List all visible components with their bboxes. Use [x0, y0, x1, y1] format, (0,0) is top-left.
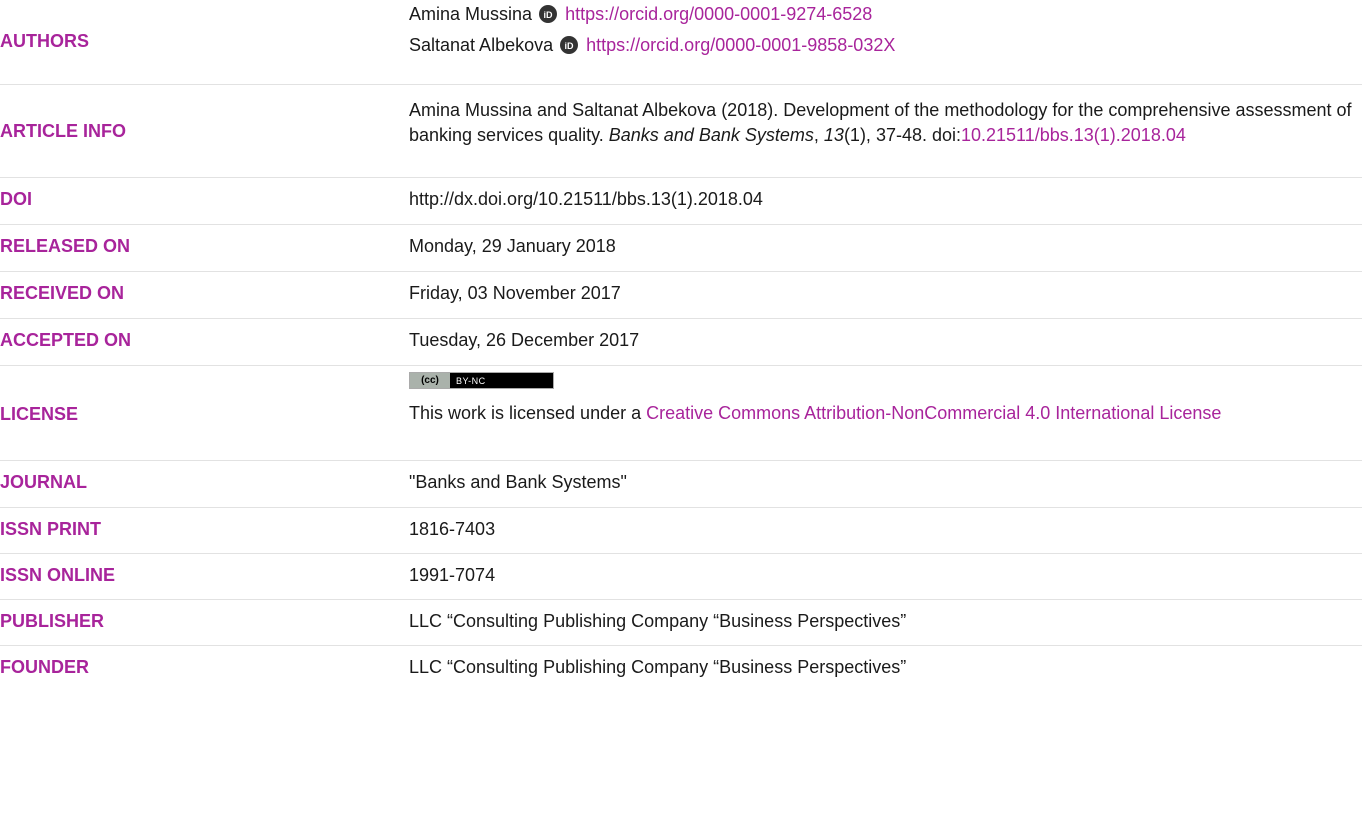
license-prefix: This work is licensed under a: [409, 403, 647, 423]
released-value: Monday, 29 January 2018: [409, 236, 616, 256]
issn-print-label: ISSN PRINT: [0, 519, 102, 539]
article-info-citation: Amina Mussina and Saltanat Albekova (201…: [409, 98, 1359, 148]
orcid-link[interactable]: https://orcid.org/0000-0001-9858-032X: [586, 35, 895, 55]
journal-value: "Banks and Bank Systems": [409, 472, 627, 492]
issn-online-label: ISSN ONLINE: [0, 565, 116, 585]
authors-row: AUTHORS Amina Mussina iD https://orcid.o…: [0, 0, 1362, 85]
cc-badge-text: BY-NC: [456, 375, 486, 386]
accepted-label: ACCEPTED ON: [0, 330, 132, 350]
author-entry: Amina Mussina iD https://orcid.org/0000-…: [409, 2, 1359, 33]
founder-label: FOUNDER: [0, 657, 89, 677]
cc-logo-icon: (cc): [410, 373, 450, 388]
received-label: RECEIVED ON: [0, 283, 125, 303]
svg-text:iD: iD: [565, 41, 575, 51]
founder-row: FOUNDER LLC “Consulting Publishing Compa…: [0, 645, 1362, 691]
publisher-value: LLC “Consulting Publishing Company “Busi…: [409, 611, 907, 631]
publisher-row: PUBLISHER LLC “Consulting Publishing Com…: [0, 599, 1362, 646]
issn-print-row: ISSN PRINT 1816-7403: [0, 507, 1362, 554]
citation-issue-pages: (1), 37-48. doi:: [843, 125, 961, 145]
founder-value: LLC “Consulting Publishing Company “Busi…: [409, 657, 907, 677]
author-name: Amina Mussina: [409, 4, 533, 24]
received-row: RECEIVED ON Friday, 03 November 2017: [0, 271, 1362, 319]
doi-row: DOI http://dx.doi.org/10.21511/bbs.13(1)…: [0, 177, 1362, 225]
citation-journal: Banks and Bank Systems: [608, 125, 814, 145]
authors-label: AUTHORS: [0, 31, 89, 51]
license-text: This work is licensed under a Creative C…: [409, 401, 1359, 426]
released-label: RELEASED ON: [0, 236, 131, 256]
publisher-label: PUBLISHER: [0, 611, 105, 631]
author-entry: Saltanat Albekova iD https://orcid.org/0…: [409, 33, 1359, 64]
doi-value: http://dx.doi.org/10.21511/bbs.13(1).201…: [409, 189, 763, 209]
author-name: Saltanat Albekova: [409, 35, 554, 55]
issn-print-value: 1816-7403: [409, 519, 496, 539]
license-row: (cc) BY-NC LICENSE This work is licensed…: [0, 365, 1362, 461]
authors-list: Amina Mussina iD https://orcid.org/0000-…: [409, 2, 1359, 64]
cc-by-nc-badge[interactable]: (cc) BY-NC: [409, 372, 554, 389]
article-metadata-page: AUTHORS Amina Mussina iD https://orcid.o…: [0, 0, 1362, 832]
released-row: RELEASED ON Monday, 29 January 2018: [0, 224, 1362, 272]
citation-volume: 13: [823, 125, 844, 145]
citation-comma: ,: [813, 125, 824, 145]
received-value: Friday, 03 November 2017: [409, 283, 621, 303]
article-info-label: ARTICLE INFO: [0, 121, 126, 141]
orcid-icon[interactable]: iD: [539, 5, 558, 23]
accepted-value: Tuesday, 26 December 2017: [409, 330, 640, 350]
orcid-icon[interactable]: iD: [560, 36, 579, 54]
journal-row: JOURNAL "Banks and Bank Systems": [0, 460, 1362, 508]
issn-online-row: ISSN ONLINE 1991-7074: [0, 553, 1362, 600]
journal-label: JOURNAL: [0, 472, 88, 492]
orcid-link[interactable]: https://orcid.org/0000-0001-9274-6528: [565, 4, 872, 24]
svg-text:iD: iD: [544, 10, 554, 20]
license-link[interactable]: Creative Commons Attribution-NonCommerci…: [646, 403, 1221, 423]
citation-doi-link[interactable]: 10.21511/bbs.13(1).2018.04: [961, 125, 1186, 145]
doi-label: DOI: [0, 189, 33, 209]
license-label: LICENSE: [0, 404, 79, 424]
issn-online-value: 1991-7074: [409, 565, 496, 585]
article-info-row: ARTICLE INFO Amina Mussina and Saltanat …: [0, 84, 1362, 178]
accepted-row: ACCEPTED ON Tuesday, 26 December 2017: [0, 318, 1362, 366]
